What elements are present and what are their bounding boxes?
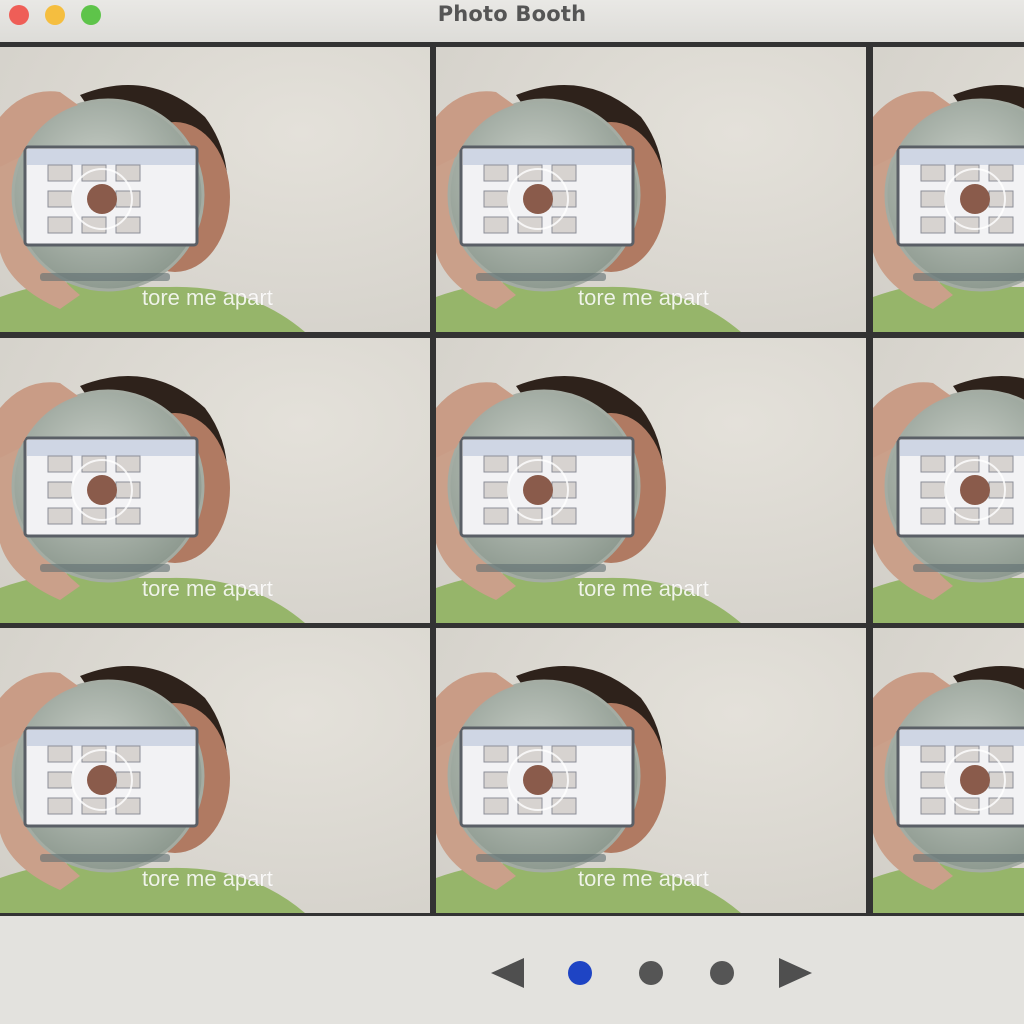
photo-booth-window: Photo Booth tore me apart tore me apart … bbox=[0, 0, 1024, 1024]
photo-thumbnail[interactable]: tore me apart bbox=[0, 338, 430, 623]
photo-image bbox=[873, 628, 1024, 913]
photo-caption: tore me apart bbox=[578, 866, 709, 891]
photo-image bbox=[873, 338, 1024, 623]
photo-caption: tore me apart bbox=[142, 285, 273, 310]
photo-caption: tore me apart bbox=[578, 285, 709, 310]
triangle-right-icon[interactable] bbox=[779, 958, 812, 988]
page-dot-3[interactable] bbox=[710, 961, 734, 985]
photo-thumbnail[interactable] bbox=[873, 628, 1024, 913]
photo-thumbnail[interactable]: tore me apart bbox=[0, 628, 430, 913]
photo-thumbnail[interactable]: tore me apart bbox=[436, 47, 866, 332]
page-dot-1[interactable] bbox=[568, 961, 592, 985]
photo-image bbox=[873, 47, 1024, 332]
photo-thumbnail[interactable] bbox=[873, 47, 1024, 332]
photo-grid: tore me apart tore me apart tore me apar… bbox=[0, 42, 1024, 916]
photo-caption: tore me apart bbox=[578, 576, 709, 601]
photo-thumbnail[interactable]: tore me apart bbox=[436, 628, 866, 913]
photo-caption: tore me apart bbox=[142, 866, 273, 891]
page-dot-2[interactable] bbox=[639, 961, 663, 985]
triangle-left-icon[interactable] bbox=[491, 958, 524, 988]
photo-thumbnail[interactable]: tore me apart bbox=[436, 338, 866, 623]
window-title: Photo Booth bbox=[437, 2, 587, 26]
title-bar: Photo Booth bbox=[0, 0, 1024, 42]
photo-thumbnail[interactable] bbox=[873, 338, 1024, 623]
photo-caption: tore me apart bbox=[142, 576, 273, 601]
photo-thumbnail[interactable]: tore me apart bbox=[0, 47, 430, 332]
